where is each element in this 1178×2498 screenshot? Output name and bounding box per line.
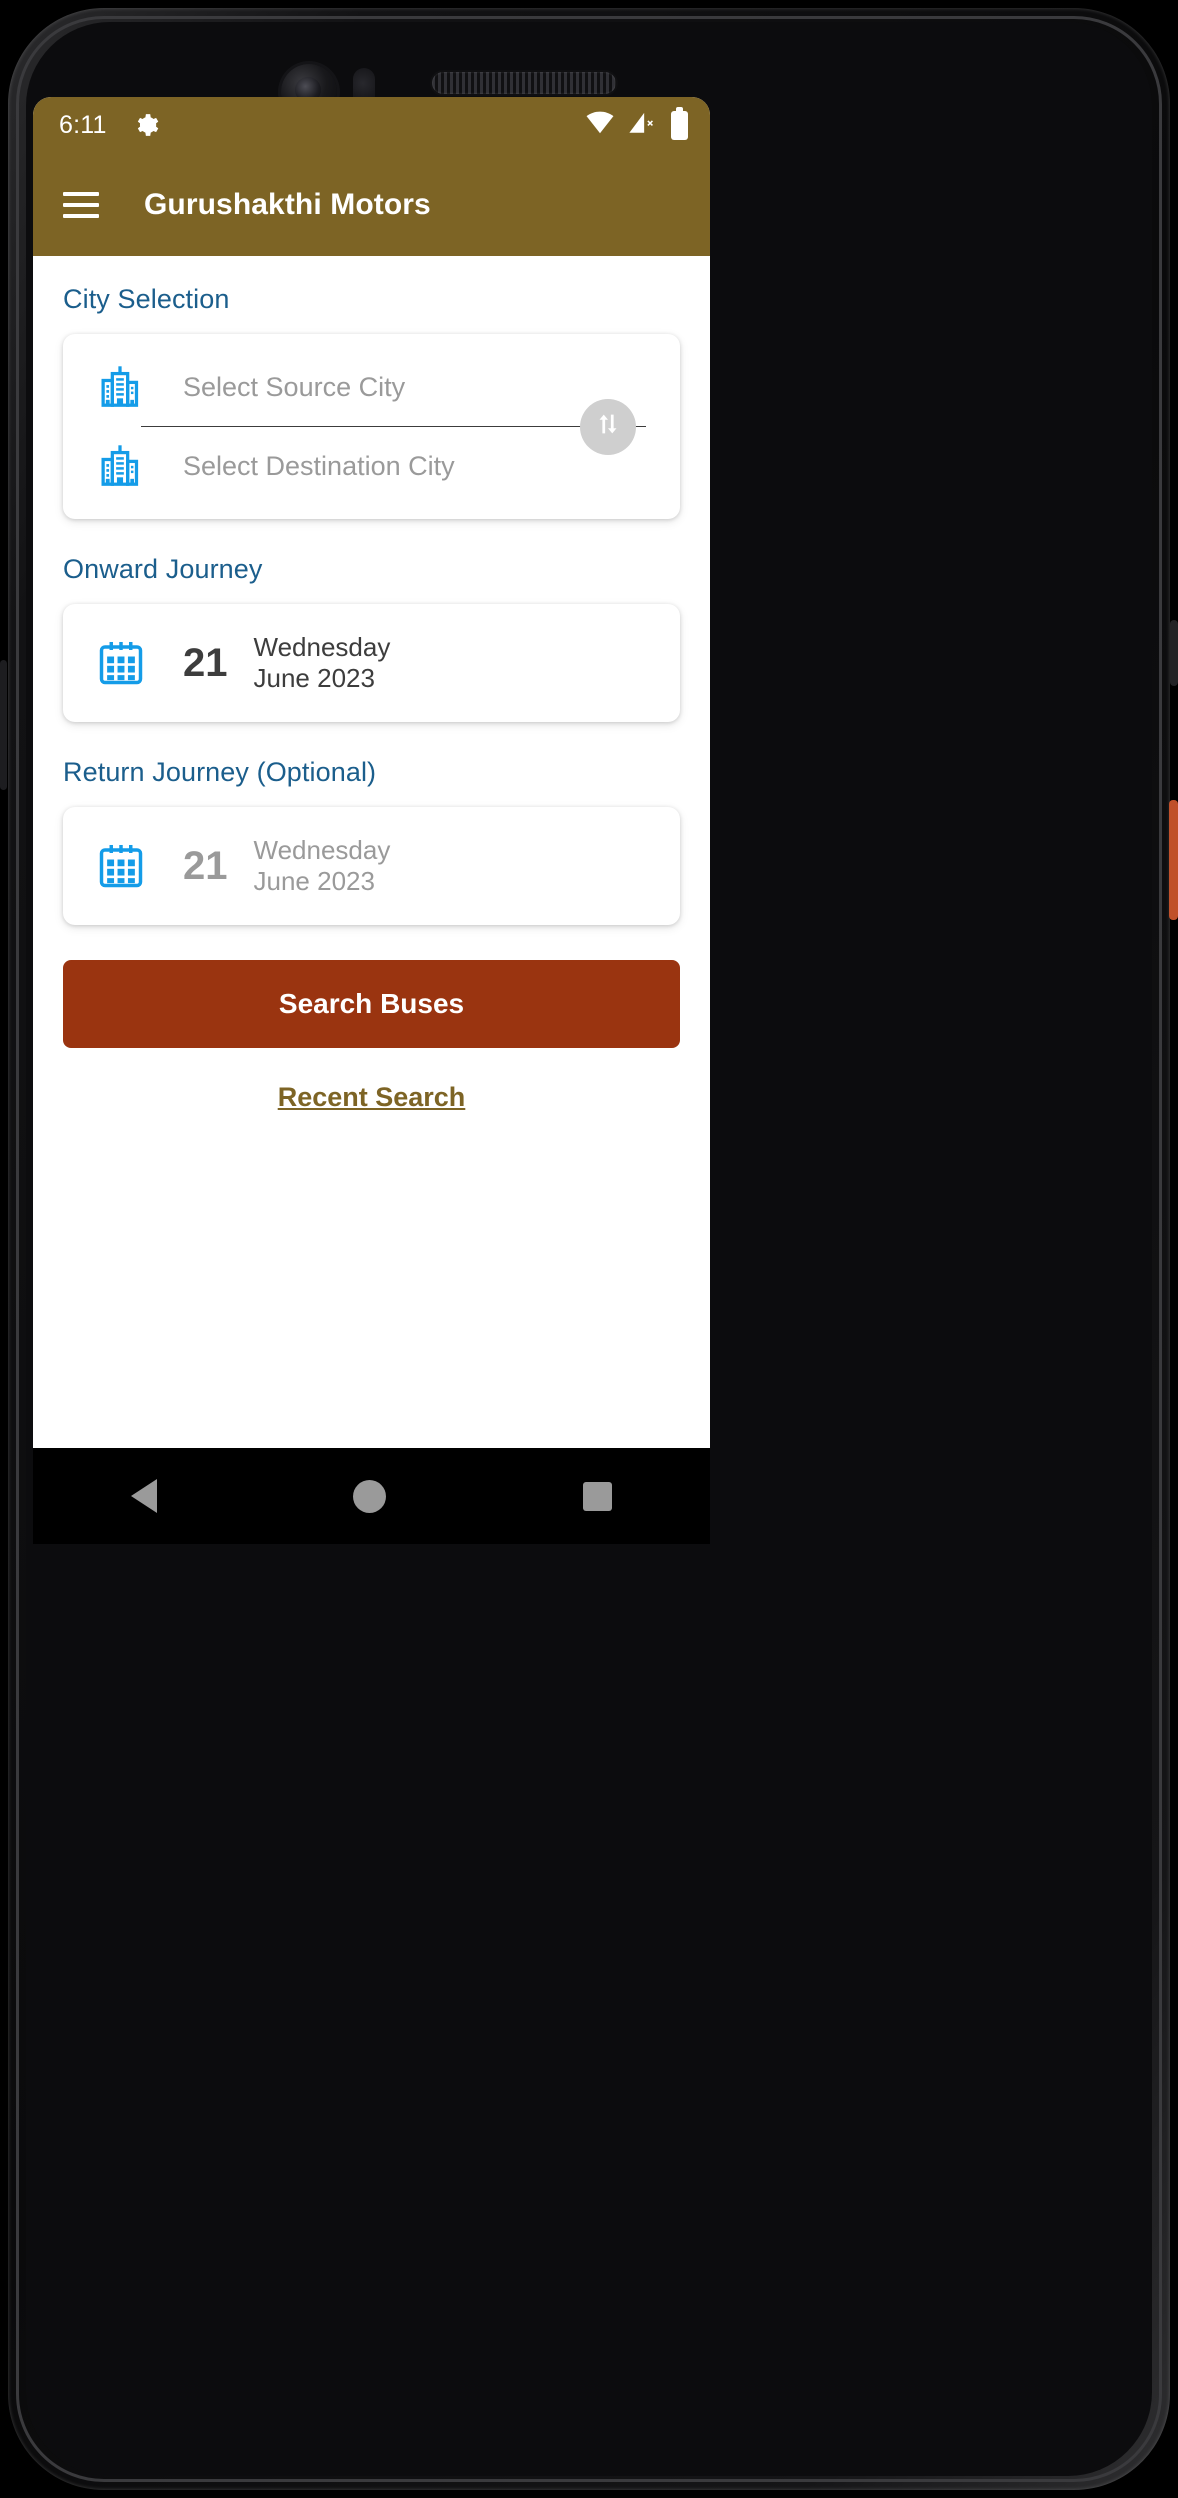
status-clock: 6:11 [59,110,107,139]
gear-icon [133,112,159,138]
recents-square-icon[interactable] [582,1481,612,1511]
signal-no-service-icon [628,111,658,140]
battery-icon [671,106,688,140]
phone-screen: 6:11 Gurushakthi Motors City Selection S… [33,97,710,1448]
return-journey-card[interactable]: 21 Wednesday June 2023 [63,807,680,925]
return-month-year: June 2023 [253,866,375,896]
android-nav-bar [33,1448,710,1544]
back-triangle-icon[interactable] [131,1479,158,1513]
swap-cities-button[interactable] [580,398,636,455]
return-journey-label: Return Journey (Optional) [63,757,377,787]
return-date-detail: Wednesday June 2023 [254,835,391,896]
hamburger-menu-icon[interactable] [63,185,99,225]
buildings-icon [97,443,145,489]
source-city-placeholder: Select Source City [183,371,406,402]
power-button[interactable] [1169,800,1178,920]
home-circle-icon[interactable] [353,1479,387,1513]
buildings-icon [97,364,145,410]
status-icons [585,106,688,140]
onward-day-number: 21 [183,640,228,685]
city-selection-label: City Selection [63,284,230,314]
city-selection-card: Select Source City Select Destination Ci… [63,334,680,519]
earpiece-speaker-icon [432,72,616,94]
recent-search-link[interactable]: Recent Search [63,1082,680,1113]
wifi-icon [585,111,615,140]
onward-date-detail: Wednesday June 2023 [254,632,391,693]
destination-city-placeholder: Select Destination City [183,450,455,481]
app-title: Gurushakthi Motors [144,187,431,221]
onward-journey-label: Onward Journey [63,554,263,584]
return-day-number: 21 [183,843,228,888]
swap-vertical-icon [593,409,623,444]
return-weekday: Wednesday [253,835,391,866]
left-side-button[interactable] [0,660,7,790]
onward-journey-card[interactable]: 21 Wednesday June 2023 [63,604,680,722]
calendar-icon [95,840,147,892]
main-content: City Selection Select Source City Select… [33,256,710,1448]
app-bar: Gurushakthi Motors [33,153,710,256]
status-bar: 6:11 [33,97,710,153]
search-buses-button[interactable]: Search Buses [63,960,680,1048]
onward-weekday: Wednesday [253,632,391,663]
calendar-icon [95,637,147,689]
volume-button[interactable] [1170,620,1178,686]
onward-month-year: June 2023 [253,663,375,693]
